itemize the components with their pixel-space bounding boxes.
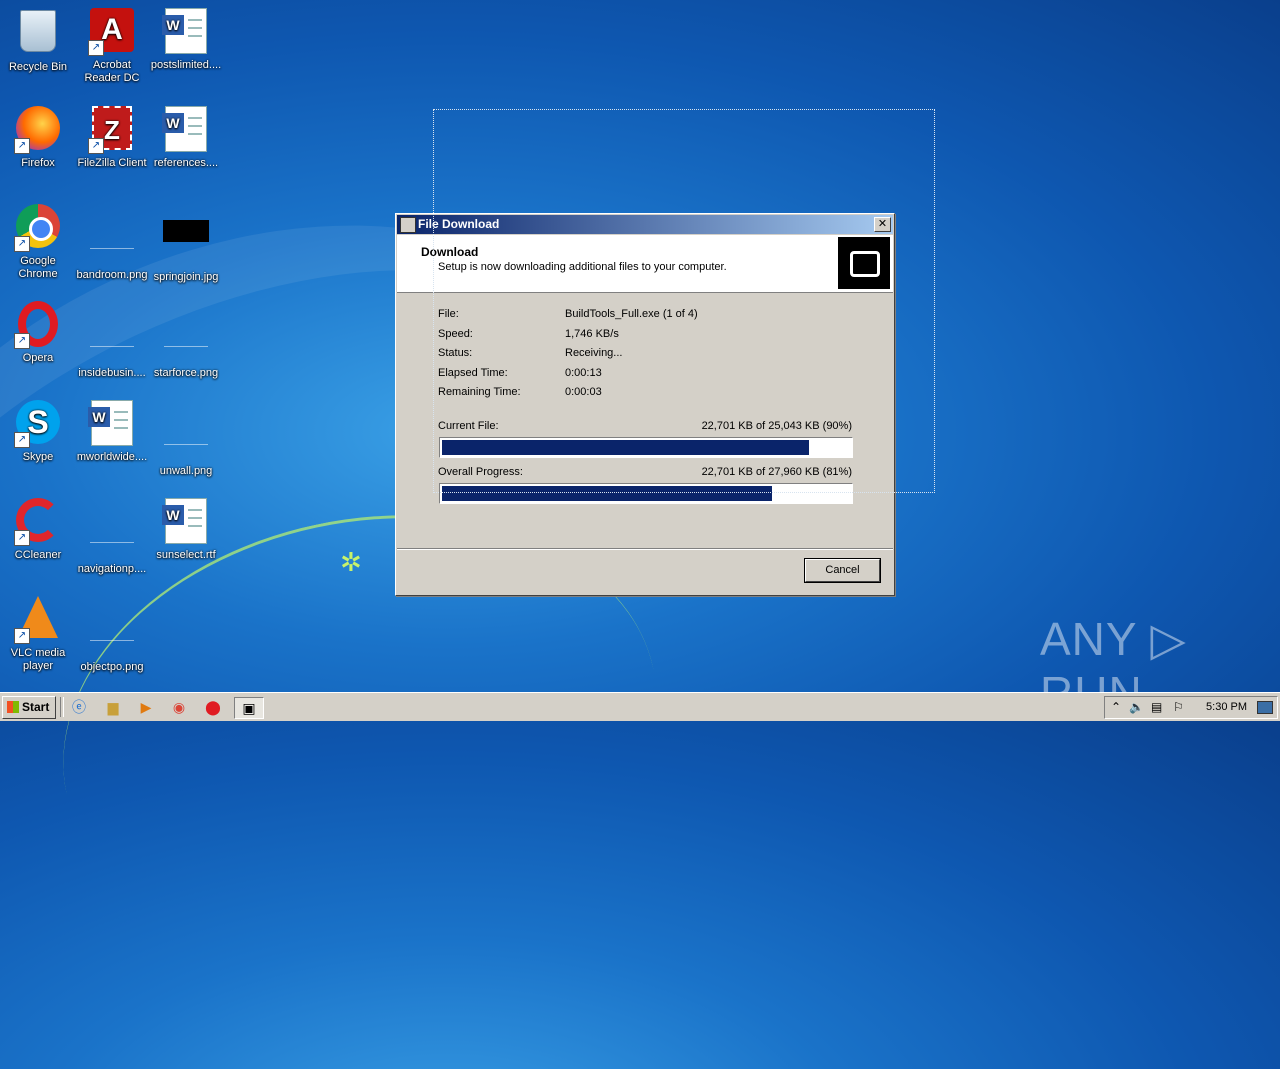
desktop-icon-skype[interactable]: S ↗ Skype <box>0 398 76 464</box>
desktop-icon-postslimited[interactable]: postslimited.... <box>148 6 224 72</box>
desktop-icon-label: Firefox <box>21 157 55 169</box>
desktop-icon-label: CCleaner <box>14 549 62 561</box>
action-center-flag-icon[interactable]: ⚐ <box>1173 700 1184 714</box>
media-player-icon[interactable]: ▶ <box>133 697 159 717</box>
image-file-icon <box>88 316 136 364</box>
show-hidden-icons-icon[interactable]: ⌃ <box>1111 700 1121 714</box>
skype-icon: S ↗ <box>14 400 62 448</box>
desktop-icon-sunselect[interactable]: sunselect.rtf <box>148 496 224 562</box>
desktop-icon-label: Opera <box>22 352 54 364</box>
desktop-icon-label: FileZilla Client <box>77 157 147 169</box>
taskbar-separator <box>60 697 64 717</box>
desktop-icon-label: starforce.png <box>153 367 219 379</box>
desktop-icon-opera[interactable]: ↗ Opera <box>0 300 76 365</box>
desktop-icon-label: Recycle Bin <box>8 61 68 73</box>
shortcut-arrow-icon: ↗ <box>14 236 30 252</box>
desktop-icon-bandroom[interactable]: bandroom.png <box>74 202 150 282</box>
desktop-icon-label: objectpo.png <box>80 661 144 673</box>
desktop-icon-label: mworldwide.... <box>76 451 148 463</box>
image-file-icon <box>162 414 210 462</box>
desktop-icon-acrobat[interactable]: A ↗ Acrobat Reader DC <box>74 6 150 85</box>
desktop-icon-firefox[interactable]: ↗ Firefox <box>0 104 76 170</box>
desktop-icon-navigationp[interactable]: navigationp.... <box>74 496 150 576</box>
show-desktop-icon[interactable] <box>1257 701 1273 714</box>
windows-logo-icon <box>7 701 19 713</box>
selection-rectangle <box>433 109 935 493</box>
desktop-icon-label: navigationp.... <box>77 563 147 575</box>
desktop-icon-references[interactable]: references.... <box>148 104 224 170</box>
shortcut-arrow-icon: ↗ <box>88 40 104 56</box>
desktop-icon-recycle-bin[interactable]: Recycle Bin <box>0 6 76 74</box>
taskbar: Start ⓔ ▆ ▶ ◉ ⬤ ▣ ⌃ 🔈 ▤ ⚐ 5:30 PM <box>0 692 1280 721</box>
chrome-icon: ↗ <box>14 204 62 252</box>
desktop-icon-unwall[interactable]: unwall.png <box>148 398 224 478</box>
firefox-icon: ↗ <box>14 106 62 154</box>
ccleaner-icon: ↗ <box>14 498 62 546</box>
shortcut-arrow-icon: ↗ <box>88 138 104 154</box>
image-file-icon <box>88 610 136 658</box>
start-button[interactable]: Start <box>2 696 56 719</box>
shortcut-arrow-icon: ↗ <box>14 138 30 154</box>
dialog-separator <box>397 548 893 550</box>
image-file-icon <box>162 220 210 268</box>
start-label: Start <box>22 700 50 714</box>
image-file-icon <box>88 512 136 560</box>
desktop-icon-label: insidebusin.... <box>78 367 146 379</box>
desktop-icon-label: springjoin.jpg <box>153 271 219 283</box>
system-tray: ⌃ 🔈 ▤ ⚐ 5:30 PM <box>1104 696 1278 719</box>
volume-icon[interactable]: 🔈 <box>1129 700 1144 714</box>
clock[interactable]: 5:30 PM <box>1206 701 1247 713</box>
desktop-icon-objectpo[interactable]: objectpo.png <box>74 594 150 674</box>
desktop-icon-chrome[interactable]: ↗ Google Chrome <box>0 202 76 281</box>
desktop-icon-filezilla[interactable]: Z ↗ FileZilla Client <box>74 104 150 170</box>
word-doc-icon <box>162 498 210 546</box>
internet-explorer-icon[interactable]: ⓔ <box>66 697 92 717</box>
desktop-icon-label: unwall.png <box>159 465 213 477</box>
word-doc-icon <box>162 8 210 56</box>
explorer-folder-icon[interactable]: ▆ <box>100 697 126 717</box>
desktop-icon-label: Skype <box>22 451 54 463</box>
desktop-icon-label: VLC media player <box>10 647 66 672</box>
desktop-icon-starforce[interactable]: starforce.png <box>148 300 224 380</box>
shortcut-arrow-icon: ↗ <box>14 628 30 644</box>
word-doc-icon <box>162 106 210 154</box>
taskbar-file-download-window[interactable]: ▣ <box>234 697 264 719</box>
filezilla-icon: Z ↗ <box>88 106 136 154</box>
desktop-icon-label: references.... <box>153 157 219 169</box>
image-file-icon <box>88 218 136 266</box>
desktop-icon-springjoin[interactable]: springjoin.jpg <box>148 202 224 284</box>
desktop-icon-ccleaner[interactable]: ↗ CCleaner <box>0 496 76 562</box>
acrobat-icon: A ↗ <box>88 8 136 56</box>
vlc-icon: ↗ <box>14 596 62 644</box>
desktop-icon-insidebusin[interactable]: insidebusin.... <box>74 300 150 380</box>
desktop-icon-label: Acrobat Reader DC <box>84 59 140 84</box>
image-file-icon <box>162 316 210 364</box>
desktop-icon-label: Google Chrome <box>18 255 58 280</box>
desktop-icon-mworldwide[interactable]: mworldwide.... <box>74 398 150 464</box>
cancel-button[interactable]: Cancel <box>804 558 881 583</box>
recycle-bin-icon <box>14 10 62 58</box>
opera-taskbar-icon[interactable]: ⬤ <box>200 697 226 717</box>
chrome-taskbar-icon[interactable]: ◉ <box>166 697 192 717</box>
wallpaper-leaf-icon: ✲ <box>340 547 362 577</box>
installer-icon <box>400 217 416 233</box>
shortcut-arrow-icon: ↗ <box>14 333 30 349</box>
shortcut-arrow-icon: ↗ <box>14 432 30 448</box>
desktop-icon-vlc[interactable]: ↗ VLC media player <box>0 594 76 673</box>
opera-icon: ↗ <box>14 301 62 349</box>
network-icon[interactable]: ▤ <box>1151 700 1162 714</box>
word-doc-icon <box>88 400 136 448</box>
shortcut-arrow-icon: ↗ <box>14 530 30 546</box>
desktop-icon-label: postslimited.... <box>150 59 222 71</box>
desktop-icon-label: sunselect.rtf <box>156 549 216 561</box>
desktop-icon-label: bandroom.png <box>76 269 148 281</box>
